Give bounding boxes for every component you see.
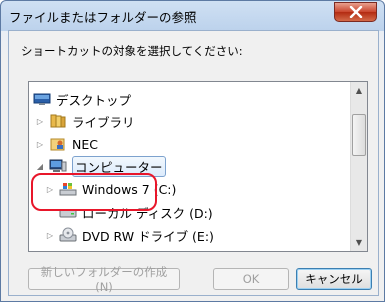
tree-item-libraries[interactable]: ▷ ライブラリ (35, 110, 135, 132)
tree-vertical-scrollbar[interactable]: ▲ ▼ (350, 82, 367, 251)
close-icon (349, 6, 363, 18)
dialog-client-area: ショートカットの対象を選択してください: デスクトップ ▷ ライブラリ ▷ NE… (8, 30, 379, 296)
cancel-button[interactable]: キャンセル (296, 268, 372, 290)
tree-item-nec[interactable]: ▷ NEC (35, 133, 98, 155)
tree-item-label: DVD RW ドライブ (E:) (82, 228, 214, 244)
scroll-down-arrow-icon[interactable]: ▼ (351, 234, 367, 250)
folder-tree[interactable]: デスクトップ ▷ ライブラリ ▷ NEC ◢ コンピューター ▷ Windows… (28, 81, 368, 252)
browse-dialog-window: ファイルまたはフォルダーの参照 ショートカットの対象を選択してください: デスク… (0, 0, 385, 302)
title-bar[interactable]: ファイルまたはフォルダーの参照 (1, 1, 386, 31)
new-folder-button[interactable]: 新しいフォルダーの作成(N) (28, 265, 180, 294)
collapse-arrow-icon[interactable]: ◢ (35, 161, 45, 171)
expand-arrow-icon[interactable]: ▷ (35, 139, 45, 149)
ok-button[interactable]: OK (213, 268, 289, 290)
tree-item-label: ライブラリ (72, 114, 135, 130)
close-button[interactable] (334, 2, 377, 22)
scroll-up-arrow-icon[interactable]: ▲ (351, 82, 367, 98)
tree-item-label: NEC (72, 136, 98, 152)
library-icon (49, 113, 67, 129)
expand-arrow-icon[interactable]: ▷ (45, 230, 55, 240)
red-highlight-annotation (31, 173, 157, 211)
computer-icon (49, 158, 67, 174)
tree-item-drive-e[interactable]: ▷ DVD RW ドライブ (E:) (45, 224, 214, 246)
dvd-drive-icon (59, 227, 77, 243)
user-folder-icon (49, 136, 67, 152)
window-title: ファイルまたはフォルダーの参照 (9, 10, 197, 25)
desktop-icon (33, 91, 51, 107)
tree-item-label: デスクトップ (56, 92, 132, 108)
tree-item-desktop[interactable]: デスクトップ (33, 88, 131, 110)
expand-arrow-icon[interactable]: ▷ (35, 116, 45, 126)
dialog-prompt: ショートカットの対象を選択してください: (21, 44, 243, 58)
scroll-thumb[interactable] (352, 114, 366, 156)
